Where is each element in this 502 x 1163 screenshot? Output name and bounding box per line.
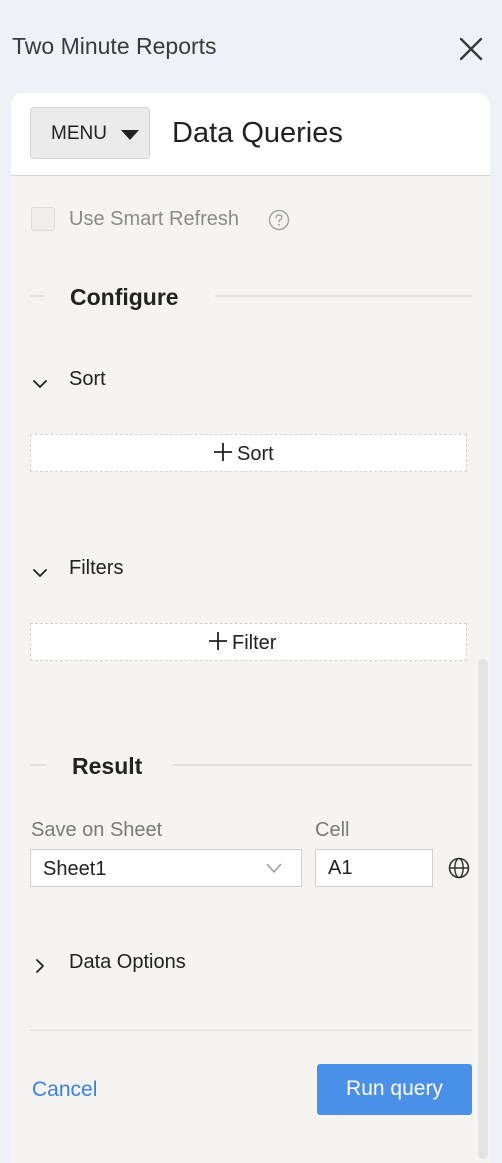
sort-section-toggle[interactable]: Sort	[69, 368, 106, 391]
panel-toolbar: MENU Data Queries	[11, 93, 490, 176]
footer-divider	[30, 1030, 472, 1031]
configure-divider-left	[30, 295, 44, 297]
sheet-select[interactable]: Sheet1	[30, 849, 302, 887]
close-icon[interactable]	[458, 36, 484, 62]
add-filter-button[interactable]: Filter	[30, 623, 467, 661]
sidebar-title: Two Minute Reports	[12, 33, 217, 59]
add-sort-button[interactable]: Sort	[30, 434, 467, 472]
menu-button[interactable]: MENU	[30, 107, 150, 159]
result-heading: Result	[72, 753, 143, 779]
smart-refresh-checkbox[interactable]	[31, 207, 55, 231]
cell-input[interactable]	[315, 849, 433, 887]
add-filter-button-content: Filter	[208, 631, 276, 655]
add-sort-button-content: Sort	[213, 442, 274, 466]
menu-button-label: MENU	[51, 123, 107, 144]
chevron-down-icon	[266, 863, 282, 874]
add-filter-label: Filter	[232, 632, 277, 654]
filters-chevron-down-icon[interactable]	[32, 565, 48, 581]
data-options-toggle[interactable]: Data Options	[69, 951, 186, 974]
save-on-sheet-label: Save on Sheet	[31, 819, 163, 841]
scrollbar[interactable]	[478, 659, 488, 1159]
cell-label: Cell	[315, 819, 350, 841]
result-divider-left	[30, 764, 46, 766]
question-circle-icon[interactable]	[268, 209, 290, 231]
smart-refresh-label: Use Smart Refresh	[69, 208, 240, 230]
query-panel: MENU Data Queries Use Smart Refresh Conf…	[11, 93, 490, 1163]
configure-divider-right	[215, 295, 472, 297]
page-title: Data Queries	[172, 117, 343, 149]
add-sort-label: Sort	[237, 443, 274, 465]
plus-icon	[214, 443, 232, 461]
run-query-label: Run query	[346, 1077, 443, 1100]
plus-icon	[209, 632, 227, 650]
run-query-button[interactable]: Run query	[317, 1064, 472, 1115]
filters-section-toggle[interactable]: Filters	[69, 557, 123, 580]
sheet-select-value: Sheet1	[43, 858, 107, 880]
caret-down-icon	[121, 130, 139, 140]
sort-chevron-down-icon[interactable]	[32, 376, 48, 392]
data-options-chevron-right-icon[interactable]	[32, 958, 48, 974]
globe-icon[interactable]	[447, 856, 471, 880]
cancel-button[interactable]: Cancel	[32, 1078, 97, 1102]
configure-heading: Configure	[70, 284, 179, 310]
result-divider-right	[173, 764, 472, 766]
